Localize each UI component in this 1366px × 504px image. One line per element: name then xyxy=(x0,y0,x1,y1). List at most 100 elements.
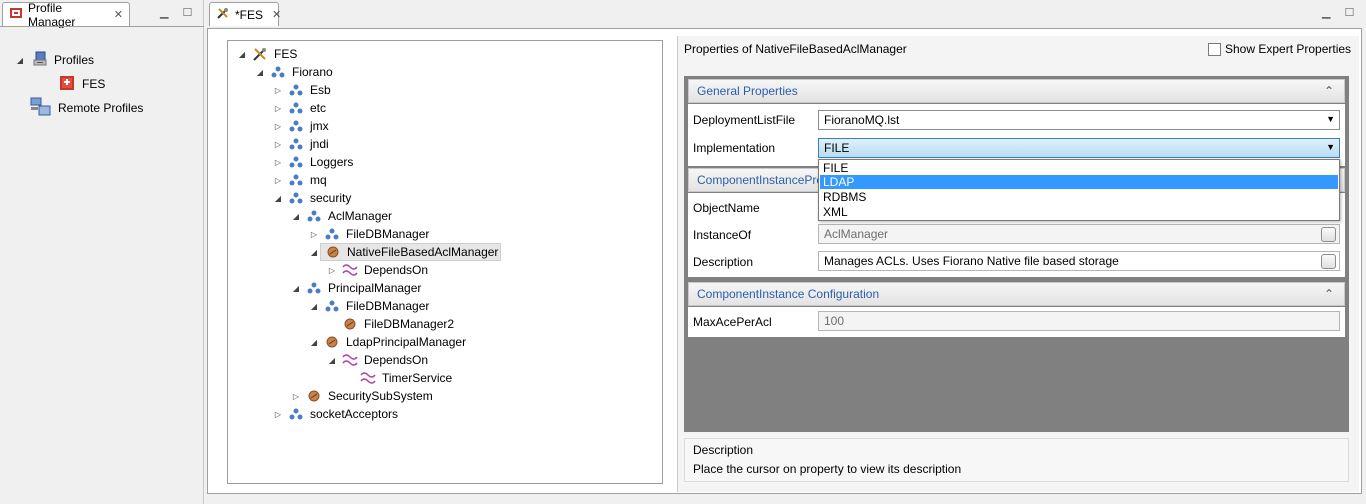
tree-label: FileDBManager2 xyxy=(364,317,455,331)
implementation-dropdown-list[interactable]: FILE LDAP RDBMS XML xyxy=(818,159,1340,221)
collapse-arrow-icon[interactable]: ▷ xyxy=(272,140,284,149)
section-title: General Properties xyxy=(697,84,798,98)
tree-node-fiorano[interactable]: ◢ Fiorano xyxy=(254,63,335,81)
tools-icon xyxy=(252,46,268,62)
tree-node-filedbmanager-principal[interactable]: ◢ FileDBManager xyxy=(308,297,431,315)
collapse-arrow-icon[interactable]: ▷ xyxy=(272,86,284,95)
expand-arrow-icon[interactable]: ◢ xyxy=(254,68,266,77)
collapse-arrow-icon[interactable]: ▷ xyxy=(272,104,284,113)
expand-arrow-icon[interactable]: ◢ xyxy=(236,50,248,59)
expand-arrow-icon[interactable]: ◢ xyxy=(290,284,302,293)
minimize-icon[interactable]: ▁ xyxy=(160,6,168,19)
tree-label: security xyxy=(310,191,352,205)
tree-node-jndi[interactable]: ▷ jndi xyxy=(272,135,331,153)
tree-label: FileDBManager xyxy=(346,227,430,241)
tree-node-aclmanager[interactable]: ◢ AclManager xyxy=(290,207,394,225)
collapse-arrow-icon[interactable]: ▷ xyxy=(308,230,320,239)
tree-node-etc[interactable]: ▷ etc xyxy=(272,99,328,117)
tree-node-filedbmanager2[interactable]: FileDBManager2 xyxy=(338,315,456,333)
collapse-arrow-icon[interactable]: ▷ xyxy=(290,392,302,401)
collapse-icon[interactable]: ⌃ xyxy=(1324,84,1334,98)
maxaceperacl-field[interactable]: 100 xyxy=(818,311,1340,331)
tab-fes[interactable]: *FES ✕ xyxy=(209,2,281,26)
edit-button[interactable] xyxy=(1321,227,1336,242)
expand-arrow-icon[interactable]: ◢ xyxy=(290,212,302,221)
collapse-arrow-icon[interactable]: ▷ xyxy=(326,266,338,275)
tree-node-loggers[interactable]: ▷ Loggers xyxy=(272,153,355,171)
description-value: Manages ACLs. Uses Fiorano Native file b… xyxy=(824,254,1119,268)
tree-node-fes[interactable]: FES xyxy=(58,74,105,94)
dropdown-option-rdbms[interactable]: RDBMS xyxy=(820,190,1338,204)
collapse-icon[interactable]: ⌃ xyxy=(1324,287,1334,301)
tree-node-remote-profiles[interactable]: Remote Profiles xyxy=(30,97,144,120)
instanceof-field[interactable]: AclManager xyxy=(818,224,1340,244)
section-component-instance-configuration[interactable]: ComponentInstance Configuration ⌃ xyxy=(688,282,1345,306)
edit-button[interactable] xyxy=(1321,254,1336,269)
folder-node-icon xyxy=(288,118,304,134)
instanceof-label: InstanceOf xyxy=(693,228,752,242)
dependency-icon xyxy=(342,262,358,278)
profiles-icon xyxy=(32,51,48,70)
tree-node-filedbmanager[interactable]: ▷ FileDBManager xyxy=(308,225,431,243)
tree-node-dependson-ldap[interactable]: ◢ DependsOn xyxy=(326,351,430,369)
tree-label: Remote Profiles xyxy=(58,101,144,115)
expert-checkbox[interactable] xyxy=(1208,42,1221,56)
component-bean-icon xyxy=(325,244,341,260)
collapse-arrow-icon[interactable]: ▷ xyxy=(272,158,284,167)
tree-node-timerservice[interactable]: TimerService xyxy=(356,369,454,387)
tree-node-nativefilebasedaclmanager[interactable]: ◢ NativeFileBasedAclManager xyxy=(308,243,502,261)
tree-node-profiles[interactable]: ◢ Profiles xyxy=(14,50,94,70)
folder-node-icon xyxy=(324,298,340,314)
expand-arrow-icon[interactable]: ◢ xyxy=(272,194,284,203)
tree-label: Fiorano xyxy=(292,65,333,79)
tree-node-jmx[interactable]: ▷ jmx xyxy=(272,117,331,135)
folder-node-icon xyxy=(306,208,322,224)
tree-node-ldapprincipalmanager[interactable]: ◢ LdapPrincipalManager xyxy=(308,333,468,351)
tools-icon xyxy=(216,6,230,23)
folder-node-icon xyxy=(270,64,286,80)
deployment-combo[interactable]: FioranoMQ.lst ▼ xyxy=(818,110,1340,130)
minimize-icon[interactable]: ▁ xyxy=(1322,6,1330,19)
tree-node-security[interactable]: ◢ security xyxy=(272,189,353,207)
close-icon[interactable]: ✕ xyxy=(272,8,281,21)
tree-node-socketacceptors[interactable]: ▷ socketAcceptors xyxy=(272,405,400,423)
tab-profile-manager[interactable]: Profile Manager ✕ xyxy=(2,1,130,29)
dropdown-option-file[interactable]: FILE xyxy=(820,161,1338,175)
folder-node-icon xyxy=(288,190,304,206)
collapse-arrow-icon[interactable]: ▷ xyxy=(272,176,284,185)
expand-arrow-icon[interactable]: ◢ xyxy=(326,356,338,365)
tree-label: etc xyxy=(310,101,327,115)
show-expert-properties[interactable]: Show Expert Properties xyxy=(1208,42,1351,56)
tree-node-principalmanager[interactable]: ◢ PrincipalManager xyxy=(290,279,423,297)
close-icon[interactable]: ✕ xyxy=(114,8,123,21)
objectname-label: ObjectName xyxy=(693,201,760,215)
maximize-icon[interactable]: ☐ xyxy=(182,6,192,19)
dropdown-arrow-icon: ▼ xyxy=(1326,142,1335,152)
collapse-arrow-icon[interactable]: ▷ xyxy=(272,122,284,131)
tree-node-esb[interactable]: ▷ Esb xyxy=(272,81,333,99)
selected-node[interactable]: NativeFileBasedAclManager xyxy=(320,243,502,261)
tree-node-fes-root[interactable]: ◢ FES xyxy=(236,45,299,63)
expand-arrow-icon[interactable]: ◢ xyxy=(308,302,320,311)
dropdown-option-xml[interactable]: XML xyxy=(820,205,1338,219)
dropdown-option-ldap[interactable]: LDAP xyxy=(820,175,1338,189)
tree-label: DependsOn xyxy=(364,263,429,277)
tree-label: PrincipalManager xyxy=(328,281,422,295)
tree-node-mq[interactable]: ▷ mq xyxy=(272,171,329,189)
tree-label: Profiles xyxy=(54,53,95,67)
expand-arrow-icon[interactable]: ◢ xyxy=(14,56,26,65)
expand-arrow-icon[interactable]: ◢ xyxy=(308,248,320,257)
tree-label: Loggers xyxy=(310,155,354,169)
tree-node-dependson[interactable]: ▷ DependsOn xyxy=(326,261,430,279)
config-tree[interactable]: ◢ FES ◢ Fiorano ▷ Esb ▷ etc ▷ jmx ▷ jndi… xyxy=(227,40,663,484)
section-general-properties[interactable]: General Properties ⌃ xyxy=(688,79,1345,103)
folder-node-icon xyxy=(288,82,304,98)
remote-profiles-icon xyxy=(30,97,52,120)
collapse-arrow-icon[interactable]: ▷ xyxy=(272,410,284,419)
maximize-icon[interactable]: ☐ xyxy=(1344,6,1354,19)
expand-arrow-icon[interactable]: ◢ xyxy=(308,338,320,347)
description-field[interactable]: Manages ACLs. Uses Fiorano Native file b… xyxy=(818,251,1340,271)
tree-node-securitysubsystem[interactable]: ▷ SecuritySubSystem xyxy=(290,387,435,405)
dependency-icon xyxy=(360,370,376,386)
implementation-combo[interactable]: FILE ▼ xyxy=(818,138,1340,158)
